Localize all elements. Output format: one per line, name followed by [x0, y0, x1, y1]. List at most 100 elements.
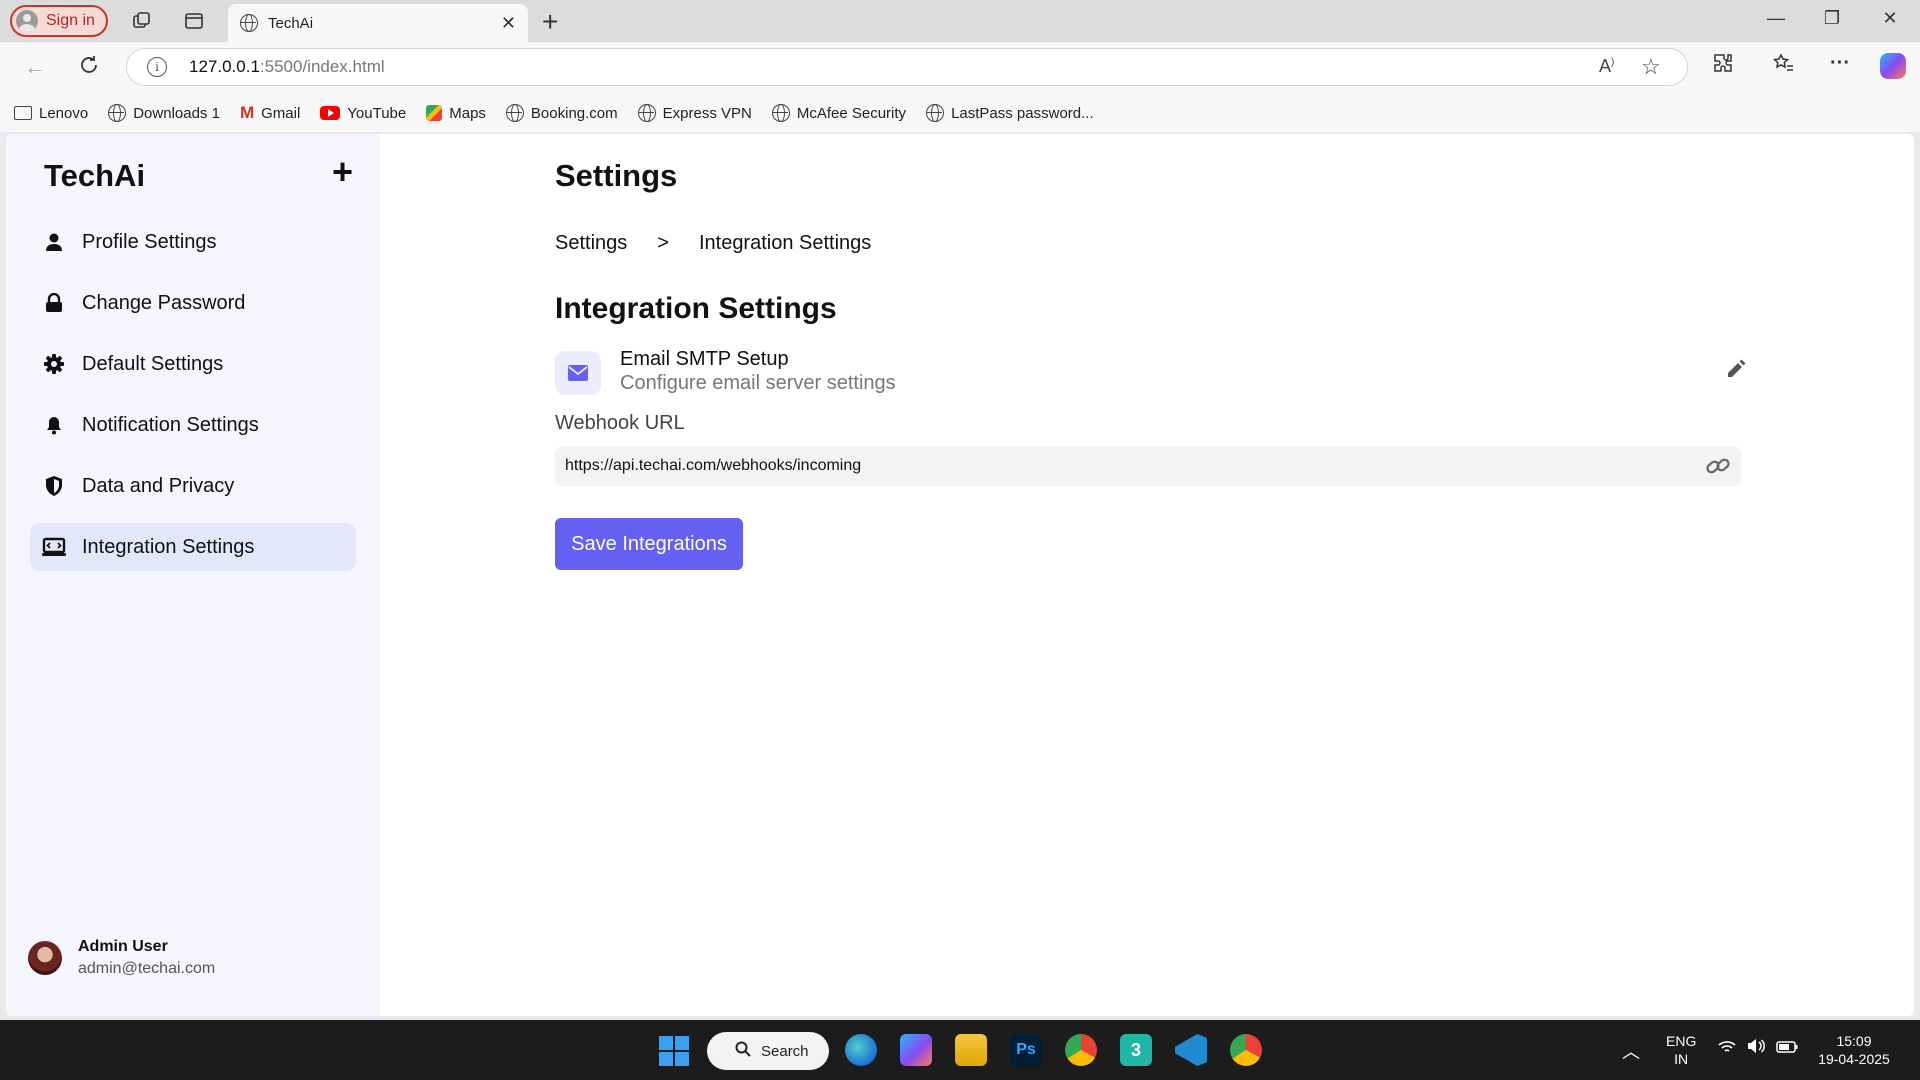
brand-logo: TechAi [44, 158, 146, 193]
email-smtp-row: Email SMTP Setup Configure email server … [555, 346, 1747, 400]
bookmark-maps[interactable]: Maps [426, 105, 486, 122]
clock[interactable]: 15:09 19-04-2025 [1814, 1032, 1894, 1068]
bell-icon [42, 413, 66, 437]
read-aloud-icon[interactable]: A) [1599, 56, 1614, 77]
chrome-icon[interactable] [1065, 1034, 1097, 1066]
section-title: Integration Settings [555, 292, 837, 325]
site-info-icon[interactable]: i [147, 57, 167, 77]
bookmark-label: Downloads 1 [133, 104, 220, 122]
folder-icon [14, 106, 32, 120]
globe-icon [926, 104, 945, 122]
copilot-icon[interactable] [1880, 53, 1906, 79]
breadcrumb-current: Integration Settings [698, 232, 872, 254]
chevron-up-icon[interactable]: ︿ [1622, 1038, 1640, 1064]
bookmark-youtube[interactable]: YouTube [320, 105, 406, 122]
shield-icon [42, 474, 66, 498]
gmail-icon: M [239, 103, 255, 122]
sidebar-item-label: Default Settings [82, 352, 224, 375]
user-email: admin@techai.com [78, 960, 216, 977]
reload-icon[interactable] [78, 54, 100, 82]
taskbar-search[interactable]: Search [707, 1032, 829, 1070]
app-three-icon[interactable]: 3 [1120, 1034, 1152, 1066]
sidebar-item-label: Data and Privacy [82, 474, 235, 497]
battery-icon[interactable] [1776, 1040, 1798, 1056]
gear-icon [42, 352, 66, 376]
globe-icon [637, 104, 656, 122]
smtp-description: Configure email server settings [620, 372, 896, 394]
webhook-label: Webhook URL [555, 412, 685, 434]
sidebar-item-integration-settings[interactable]: Integration Settings [30, 523, 356, 571]
chrome-profile-icon[interactable] [1230, 1034, 1262, 1066]
tab-actions-icon[interactable] [182, 9, 206, 33]
back-icon[interactable]: ← [24, 54, 46, 80]
web-page: TechAi + Profile Settings Change Passwor… [6, 134, 1914, 1016]
sidebar-item-profile-settings[interactable]: Profile Settings [30, 218, 356, 266]
bookmark-label: Gmail [261, 104, 301, 122]
extensions-icon[interactable] [1712, 52, 1734, 80]
sidebar-item-label: Change Password [82, 291, 246, 314]
sidebar-item-change-password[interactable]: Change Password [30, 279, 356, 327]
bookmark-gmail[interactable]: M Gmail [240, 103, 300, 123]
breadcrumb-separator: > [657, 232, 669, 254]
address-bar[interactable]: i 127.0.0.1:5500/index.html A) ☆ [126, 48, 1688, 86]
bookmark-lenovo[interactable]: Lenovo [14, 105, 88, 122]
minimize-icon[interactable]: — [1756, 8, 1796, 29]
favorite-star-icon[interactable]: ☆ [1641, 54, 1661, 80]
favorites-icon[interactable] [1772, 52, 1794, 80]
language-indicator[interactable]: ENG IN [1666, 1032, 1696, 1068]
workspaces-icon[interactable] [130, 9, 154, 33]
photoshop-icon[interactable]: Ps [1010, 1034, 1042, 1066]
user-icon [42, 230, 66, 254]
bookmark-mcafee[interactable]: McAfee Security [771, 104, 906, 122]
sign-in-label: Sign in [46, 12, 95, 29]
tab-techai[interactable]: TechAi ✕ [228, 4, 528, 42]
close-window-icon[interactable]: ✕ [1870, 8, 1910, 29]
windows-start-icon[interactable] [659, 1036, 691, 1068]
address-toolbar: ← i 127.0.0.1:5500/index.html A) ☆ ··· [0, 42, 1920, 94]
lock-icon [42, 291, 66, 315]
bookmark-label: Express VPN [662, 104, 752, 122]
webhook-url-input[interactable]: https://api.techai.com/webhooks/incoming [555, 446, 1741, 486]
save-integrations-button[interactable]: Save Integrations [555, 518, 743, 570]
globe-icon [108, 104, 127, 122]
bookmark-booking[interactable]: Booking.com [505, 104, 618, 122]
breadcrumb-settings-link[interactable]: Settings [555, 232, 627, 255]
file-explorer-icon[interactable] [955, 1034, 987, 1066]
sidebar-item-label: Notification Settings [82, 413, 259, 436]
edge-icon[interactable] [845, 1034, 877, 1066]
copilot-app-icon[interactable] [900, 1034, 932, 1066]
sign-in-button[interactable]: Sign in [10, 5, 108, 37]
new-tab-button[interactable]: + [542, 6, 558, 38]
region-label: IN [1674, 1051, 1689, 1067]
vscode-icon[interactable] [1175, 1034, 1207, 1066]
smtp-title: Email SMTP Setup [620, 348, 789, 370]
sidebar-item-label: Profile Settings [82, 230, 217, 253]
bookmark-label: YouTube [347, 104, 407, 122]
restore-icon[interactable]: ❐ [1812, 8, 1852, 29]
more-menu-icon[interactable]: ··· [1830, 52, 1850, 75]
search-icon [735, 1041, 751, 1061]
webhook-url-value: https://api.techai.com/webhooks/incoming [565, 457, 862, 474]
edit-pencil-icon[interactable] [1725, 358, 1747, 385]
globe-icon [505, 104, 524, 122]
bookmark-label: Lenovo [39, 104, 89, 122]
sidebar-item-default-settings[interactable]: Default Settings [30, 340, 356, 388]
sidebar-item-notification-settings[interactable]: Notification Settings [30, 401, 356, 449]
volume-icon[interactable] [1746, 1038, 1766, 1057]
sidebar-item-data-privacy[interactable]: Data and Privacy [30, 462, 356, 510]
bookmark-label: LastPass password... [951, 104, 1094, 122]
link-icon[interactable] [1705, 455, 1731, 482]
os-taskbar: Search Ps 3 ︿ ENG IN 15:09 19-04-2025 [0, 1020, 1920, 1080]
close-tab-icon[interactable]: ✕ [501, 13, 516, 34]
wifi-icon[interactable] [1718, 1040, 1736, 1057]
user-profile[interactable]: Admin User admin@techai.com [28, 938, 215, 978]
bookmark-downloads[interactable]: Downloads 1 [108, 104, 220, 122]
sidebar: TechAi + Profile Settings Change Passwor… [6, 134, 380, 1016]
date-label: 19-04-2025 [1818, 1051, 1890, 1067]
search-label: Search [761, 1042, 809, 1060]
bookmarks-bar: Lenovo Downloads 1 M Gmail YouTube Maps B… [0, 94, 1920, 132]
add-icon[interactable]: + [332, 154, 353, 190]
page-title: Settings [555, 158, 678, 193]
bookmark-lastpass[interactable]: LastPass password... [926, 104, 1094, 122]
bookmark-express-vpn[interactable]: Express VPN [637, 104, 752, 122]
